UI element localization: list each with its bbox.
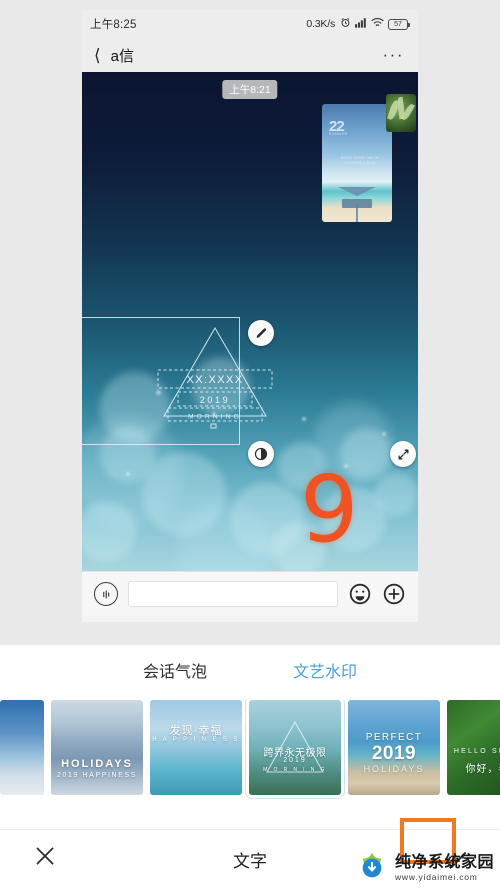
resize-arrows-icon [398, 449, 408, 459]
site-url: www.yidaimei.com [394, 871, 478, 882]
template-caption-main: HOLIDAYS [61, 758, 133, 770]
site-name: 纯净系统家园 [394, 853, 494, 871]
template-morning[interactable]: 跨界永无极限 2019 M O R N I N G [249, 700, 341, 795]
bokeh-dot [382, 432, 386, 436]
page-title: a信 [110, 47, 134, 65]
template-caption-sub: 2019 [283, 757, 307, 764]
table-shape [342, 199, 372, 208]
chevron-left-icon[interactable]: ⟨ [94, 47, 101, 64]
template-caption-sub: 你好，春天 [465, 764, 500, 775]
beach-card-text: ENJOY EVERY DAY OF SUNSHINE & BLUE [341, 156, 379, 165]
template-happiness[interactable]: 发现·幸福 H A P P I N E S S [150, 700, 242, 795]
beach-photo-card[interactable]: 22 SUMMER ENJOY EVERY DAY OF SUNSHINE & … [322, 104, 392, 222]
bokeh-dot [126, 472, 130, 476]
close-button[interactable] [0, 843, 90, 876]
site-watermark: 纯净系统家园 www.yidaimei.com [355, 851, 494, 885]
bokeh-circle [374, 472, 418, 516]
network-speed: 0.3K/s [306, 18, 335, 30]
signal-bars-icon [355, 17, 367, 31]
site-logo-icon [355, 851, 389, 885]
message-input[interactable] [128, 581, 338, 607]
pencil-icon [256, 327, 266, 338]
watermark-graphic[interactable]: XX:XXXX 2019 MORNING [154, 320, 304, 440]
template-carousel[interactable]: HOLIDAYS 2019 HAPPINESS 发现·幸福 H A P P I … [0, 700, 500, 800]
template-caption-sub: HOLIDAYS [363, 764, 425, 774]
chat-photo-canvas[interactable]: 上午8:21 22 SUMMER ENJOY EVERY DAY OF SUNS… [82, 72, 418, 571]
tab-chat-bubble[interactable]: 会话气泡 [143, 658, 207, 682]
voice-wave-icon [102, 589, 109, 599]
tab-art-watermark[interactable]: 文艺水印 [293, 658, 357, 682]
wifi-icon [371, 17, 384, 31]
emoji-button[interactable] [348, 582, 372, 606]
bokeh-circle [82, 502, 136, 562]
nav-bar: ⟨ a信 ··· [82, 38, 418, 72]
beach-card-subtitle: SUMMER [329, 132, 348, 136]
phone-frame: 上午8:25 0.3K/s 57 ⟨ a信 ··· 上午8:21 22 SUMM… [82, 10, 418, 622]
template-caption-sub2: M O R N I N G [263, 767, 327, 773]
template-caption-sub: 2019 HAPPINESS [57, 772, 137, 779]
site-watermark-text: 纯净系统家园 www.yidaimei.com [394, 853, 494, 882]
contrast-icon [254, 447, 268, 461]
template-holidays[interactable]: HOLIDAYS 2019 HAPPINESS [51, 700, 143, 795]
watermark-line2: 2019 [200, 395, 230, 405]
template-caption-main: PERFECT [365, 732, 423, 743]
template-caption-main: 发现·幸福 [169, 725, 223, 737]
more-horizontal-icon[interactable]: ··· [383, 45, 404, 65]
status-bar: 上午8:25 0.3K/s 57 [82, 10, 418, 38]
voice-input-button[interactable] [94, 582, 118, 606]
message-timestamp: 上午8:21 [222, 80, 278, 99]
alarm-clock-icon [340, 17, 351, 31]
chat-input-bar [82, 571, 418, 616]
screenshot-root: 上午8:25 0.3K/s 57 ⟨ a信 ··· 上午8:21 22 SUMM… [0, 0, 500, 889]
add-attachment-button[interactable] [382, 582, 406, 606]
battery-icon: 57 [388, 18, 410, 30]
umbrella-shape [338, 187, 376, 222]
template-perfect-2019[interactable]: PERFECT 2019 HOLIDAYS [348, 700, 440, 795]
template-caption-main: HELLO SPRING [453, 748, 500, 755]
template-sky-city[interactable] [0, 700, 44, 795]
status-indicators: 0.3K/s 57 [306, 17, 410, 31]
watermark-line1: XX:XXXX [187, 374, 244, 386]
template-caption-sub: H A P P I N E S S [152, 737, 240, 743]
plus-circle-icon [383, 583, 405, 605]
template-caption-big: 2019 [371, 743, 417, 764]
resize-handle[interactable] [390, 441, 416, 467]
status-time: 上午8:25 [90, 19, 137, 31]
watermark-line3: MORNING [188, 414, 242, 421]
doodle-drawing: 9 [300, 456, 359, 563]
template-hello-spring[interactable]: HELLO SPRING 你好，春天 [447, 700, 500, 795]
smiley-face-icon [349, 583, 371, 605]
close-x-icon [36, 847, 54, 865]
leaf-photo-thumbnail[interactable] [386, 94, 416, 132]
edit-handle[interactable] [248, 320, 274, 346]
contrast-handle[interactable] [248, 441, 274, 467]
editor-tabs: 会话气泡 文艺水印 [0, 645, 500, 695]
